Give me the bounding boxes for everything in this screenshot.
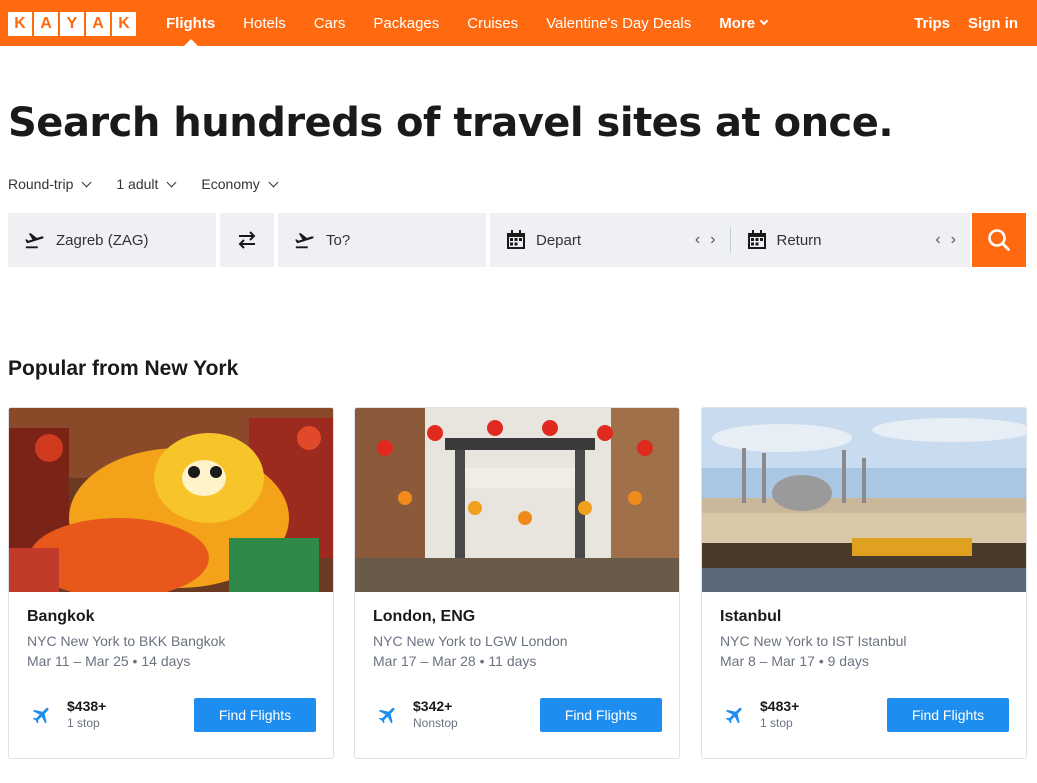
destination-route: NYC New York to LGW London [373, 633, 568, 649]
return-label: Return [776, 231, 822, 249]
destination-stops: Nonstop [413, 716, 458, 730]
origin-value: Zagreb (ZAG) [56, 231, 149, 249]
swap-button[interactable] [220, 213, 274, 267]
origin-field[interactable]: Zagreb (ZAG) [8, 213, 216, 267]
destination-stops: 1 stop [760, 716, 793, 730]
logo-letter: K [112, 12, 136, 36]
plane-landing-icon [294, 229, 316, 251]
find-flights-button[interactable]: Find Flights [887, 698, 1009, 732]
calendar-icon [747, 230, 767, 250]
destination-route: NYC New York to BKK Bangkok [27, 633, 226, 649]
destination-stops: 1 stop [67, 716, 100, 730]
logo-letter: A [34, 12, 58, 36]
destination-dates: Mar 8 – Mar 17 • 9 days [720, 653, 869, 669]
chevron-down-icon [166, 177, 177, 187]
logo-letter: Y [60, 12, 84, 36]
nav-hotels[interactable]: Hotels [229, 0, 300, 46]
destination-field[interactable]: To? [278, 213, 486, 267]
destination-image-istanbul [702, 408, 1026, 592]
nav-more[interactable]: More [705, 0, 781, 46]
nav-more-label: More [719, 14, 756, 32]
search-options: Round-trip 1 adult Economy [8, 176, 303, 192]
plane-icon [375, 704, 401, 731]
swap-arrows-icon [235, 228, 259, 252]
destination-image-bangkok [9, 408, 333, 592]
destination-card-bangkok[interactable]: Bangkok NYC New York to BKK Bangkok Mar … [8, 407, 334, 759]
destination-dates: Mar 17 – Mar 28 • 11 days [373, 653, 537, 669]
chevron-down-icon [759, 16, 769, 26]
destination-placeholder: To? [326, 231, 351, 249]
dates-field: Depart ‹ › Return ‹ › [490, 213, 970, 267]
chevron-down-icon [268, 177, 279, 187]
chevron-down-icon [81, 177, 92, 187]
destination-price: $438+ [67, 698, 107, 714]
depart-label: Depart [536, 231, 582, 249]
trips-link[interactable]: Trips [905, 0, 959, 46]
account-nav: Trips Sign in [905, 0, 1027, 46]
destination-route: NYC New York to IST Istanbul [720, 633, 907, 649]
kayak-logo[interactable]: K A Y A K [8, 12, 136, 36]
search-button[interactable] [972, 213, 1026, 267]
destination-price: $483+ [760, 698, 800, 714]
sign-in-link[interactable]: Sign in [959, 0, 1027, 46]
find-flights-button[interactable]: Find Flights [194, 698, 316, 732]
travelers-label: 1 adult [116, 176, 159, 192]
destination-card-istanbul[interactable]: Istanbul NYC New York to IST Istanbul Ma… [701, 407, 1027, 759]
nav-packages[interactable]: Packages [359, 0, 453, 46]
nav-cars[interactable]: Cars [300, 0, 360, 46]
trip-type-dropdown[interactable]: Round-trip [8, 176, 92, 192]
nav-flights[interactable]: Flights [152, 0, 229, 46]
logo-letter: A [86, 12, 110, 36]
top-navbar: K A Y A K Flights Hotels Cars Packages C… [0, 0, 1037, 46]
destination-image-london [355, 408, 679, 592]
nav-cruises[interactable]: Cruises [453, 0, 532, 46]
depart-date-field[interactable]: Depart ‹ › [490, 213, 730, 267]
main-nav: Flights Hotels Cars Packages Cruises Val… [152, 0, 781, 46]
destination-dates: Mar 11 – Mar 25 • 14 days [27, 653, 191, 669]
cabin-class-dropdown[interactable]: Economy [201, 176, 279, 192]
chevron-right-icon[interactable]: › [710, 231, 715, 249]
return-date-field[interactable]: Return ‹ › [731, 213, 971, 267]
plane-icon [722, 704, 748, 731]
destination-price: $342+ [413, 698, 453, 714]
popular-section-title: Popular from New York [8, 357, 239, 380]
page-headline: Search hundreds of travel sites at once. [8, 100, 894, 146]
chevron-left-icon[interactable]: ‹ [935, 231, 940, 249]
cabin-class-label: Economy [201, 176, 260, 192]
chevron-left-icon[interactable]: ‹ [695, 231, 700, 249]
plane-takeoff-icon [24, 229, 46, 251]
find-flights-button[interactable]: Find Flights [540, 698, 662, 732]
logo-letter: K [8, 12, 32, 36]
nav-valentines-deals[interactable]: Valentine's Day Deals [532, 0, 705, 46]
destination-card-london[interactable]: London, ENG NYC New York to LGW London M… [354, 407, 680, 759]
trip-type-label: Round-trip [8, 176, 74, 192]
plane-icon [29, 704, 55, 731]
destination-city: Bangkok [27, 608, 95, 625]
destination-city: Istanbul [720, 608, 782, 625]
search-icon [986, 227, 1012, 253]
travelers-dropdown[interactable]: 1 adult [116, 176, 177, 192]
chevron-right-icon[interactable]: › [951, 231, 956, 249]
calendar-icon [506, 230, 526, 250]
destination-city: London, ENG [373, 608, 476, 625]
